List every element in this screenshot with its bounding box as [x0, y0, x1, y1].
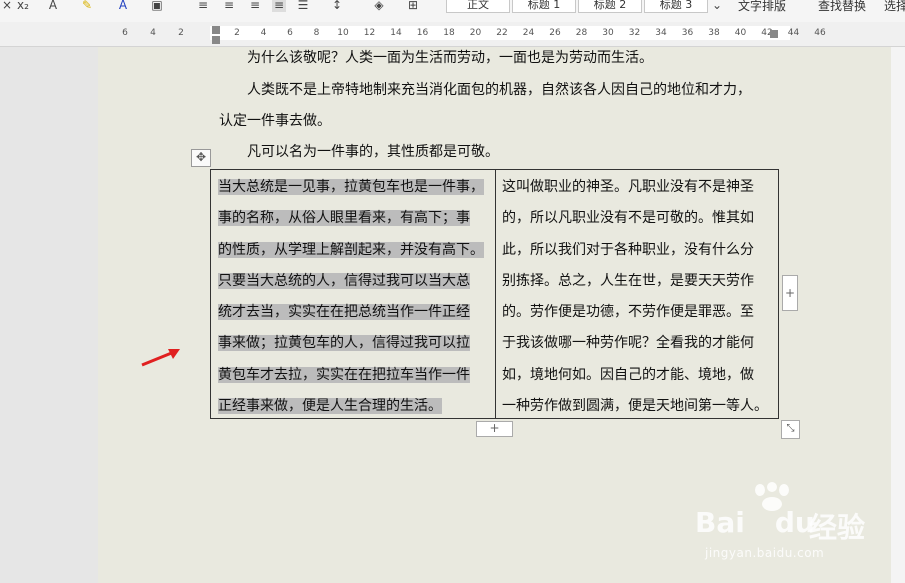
- ruler-tick: 8: [313, 28, 320, 38]
- style-normal[interactable]: 正文: [446, 0, 510, 13]
- ruler-tick: 22: [496, 28, 508, 38]
- first-line-indent-marker[interactable]: [212, 26, 220, 34]
- paragraph[interactable]: 认定一件事去做。: [219, 111, 331, 131]
- ruler-tick: 30: [602, 28, 614, 38]
- chevron-down-icon[interactable]: ⌄: [710, 0, 724, 12]
- ruler-tick: 34: [655, 28, 667, 38]
- ribbon-toolbar: × x₂ A ✎ A ▣ ≡ ≡ ≡ ≡ ☰ ↕ ◈ ⊞ 正文 标题 1 标题 …: [0, 0, 905, 23]
- watermark-text: 经验: [809, 511, 866, 544]
- left-indent-marker[interactable]: [212, 36, 220, 44]
- ruler-tick: 2: [178, 28, 184, 38]
- line-spacing-icon[interactable]: ↕: [330, 0, 344, 12]
- cell-line: 的，所以凡职业没有不是可敬的。惟其如: [502, 210, 754, 227]
- justify-icon[interactable]: ≡: [272, 0, 286, 12]
- watermark-logo: Bai du: [695, 506, 815, 539]
- text-layout-button[interactable]: 文字排版: [738, 0, 786, 14]
- select-button[interactable]: 选择: [884, 0, 905, 14]
- ruler-tick: 16: [416, 28, 429, 38]
- align-right-icon[interactable]: ≡: [248, 0, 262, 12]
- ruler-tick: 12: [363, 28, 376, 38]
- ruler-tick: 44: [787, 28, 800, 38]
- ruler-tick: 26: [549, 28, 561, 38]
- table-cell-right[interactable]: 这叫做职业的神圣。凡职业没有不是神圣 的，所以凡职业没有不是可敬的。惟其如 此，…: [502, 172, 774, 422]
- ruler-tick: 18: [443, 28, 455, 38]
- align-left-icon[interactable]: ≡: [196, 0, 210, 12]
- cell-line: 事的名称，从俗人眼里看来，有高下；事: [218, 210, 470, 227]
- char-border-icon[interactable]: ▣: [150, 0, 164, 12]
- horizontal-ruler[interactable]: 6 4 2 2 4 6 8 10 12 14 16 18 20 22 24 26 28 30 32 34 36 38 40 4…: [0, 22, 905, 47]
- text-effects-icon[interactable]: A: [46, 0, 60, 12]
- ruler-tick: 40: [734, 28, 747, 38]
- right-indent-marker[interactable]: [770, 30, 778, 38]
- table-cell-left[interactable]: 当大总统是一见事，拉黄包车也是一件事， 事的名称，从俗人眼里看来，有高下；事 的…: [218, 172, 490, 422]
- close-icon[interactable]: ×: [0, 0, 14, 12]
- cell-line: 正经事来做，便是人生合理的生活。: [218, 398, 442, 415]
- ruler-tick: 32: [628, 28, 641, 38]
- cell-line: 于我该做哪一种劳作呢？全看我的才能何: [502, 335, 754, 352]
- ruler-tick: 14: [390, 28, 402, 38]
- table-resize-icon[interactable]: ⤡: [781, 420, 800, 439]
- paragraph[interactable]: 人类既不是上帝特地制来充当消化面包的机器，自然该各人因自己的地位和才力，: [247, 80, 751, 100]
- cell-line: 事来做；拉黄包车的人，信得过我可以拉: [218, 335, 470, 352]
- cell-line: 如，境地何如。因自己的才能、境地，做: [502, 366, 754, 383]
- ruler-tick: 4: [150, 28, 156, 38]
- shading-icon[interactable]: ◈: [372, 0, 386, 12]
- distributed-icon[interactable]: ☰: [296, 0, 310, 12]
- add-row-button[interactable]: +: [476, 421, 513, 437]
- paragraph[interactable]: 凡可以名为一件事的，其性质都是可敬。: [247, 142, 499, 162]
- style-heading-2[interactable]: 标题 2: [578, 0, 642, 13]
- style-heading-1[interactable]: 标题 1: [512, 0, 576, 13]
- add-column-button[interactable]: +: [782, 275, 798, 311]
- ruler-tick: 10: [337, 28, 349, 38]
- red-arrow-icon: [141, 349, 180, 367]
- cell-line: 黄包车才去拉，实实在在把拉车当作一件: [218, 366, 470, 383]
- style-heading-3[interactable]: 标题 3: [644, 0, 708, 13]
- cell-line: 的。劳作便是功德，不劳作便是罪恶。至: [502, 304, 754, 321]
- ruler-tick: 6: [122, 28, 128, 38]
- align-center-icon[interactable]: ≡: [222, 0, 236, 12]
- cell-line: 的性质，从学理上解剖起来，并没有高下。: [218, 241, 484, 258]
- subscript-icon[interactable]: x₂: [16, 0, 30, 12]
- ruler-tick: 6: [287, 28, 293, 38]
- font-color-icon[interactable]: A: [116, 0, 130, 12]
- find-replace-button[interactable]: 查找替换: [818, 0, 866, 14]
- ruler-tick: 46: [814, 28, 826, 38]
- ruler-tick: 2: [234, 28, 240, 38]
- cell-line: 此，所以我们对于各种职业，没有什么分: [502, 241, 754, 258]
- ruler-tick: 36: [681, 28, 694, 38]
- column-divider[interactable]: [495, 170, 496, 418]
- ruler-tick: 20: [469, 28, 482, 38]
- cell-line: 别拣择。总之，人生在世，是要天天劳作: [502, 272, 754, 289]
- baidu-jingyan-watermark: Bai du 经验 jingyan.baidu.com: [695, 482, 895, 572]
- document-table[interactable]: 当大总统是一见事，拉黄包车也是一件事， 事的名称，从俗人眼里看来，有高下；事 的…: [210, 169, 779, 419]
- ruler-tick: 28: [575, 28, 588, 38]
- cell-line: 这叫做职业的神圣。凡职业没有不是神圣: [502, 179, 754, 195]
- table-move-icon[interactable]: ✥: [191, 149, 211, 167]
- watermark-url: jingyan.baidu.com: [705, 546, 825, 560]
- cell-line: 当大总统是一见事，拉黄包车也是一件事，: [218, 179, 484, 195]
- ruler-tick: 24: [522, 28, 535, 38]
- ruler-tick: 4: [260, 28, 267, 38]
- cell-line: 只要当大总统的人，信得过我可以当大总: [218, 272, 470, 289]
- ruler-tick: 38: [708, 28, 720, 38]
- cell-line: 一种劳作做到圆满，便是天地间第一等人。: [502, 398, 768, 415]
- borders-icon[interactable]: ⊞: [406, 0, 420, 12]
- cell-line: 统才去当，实实在在把总统当作一件正经: [218, 304, 470, 321]
- paragraph[interactable]: 为什么该敬呢？人类一面为生活而劳动，一面也是为劳动而生活。: [247, 48, 653, 68]
- highlight-icon[interactable]: ✎: [80, 0, 94, 12]
